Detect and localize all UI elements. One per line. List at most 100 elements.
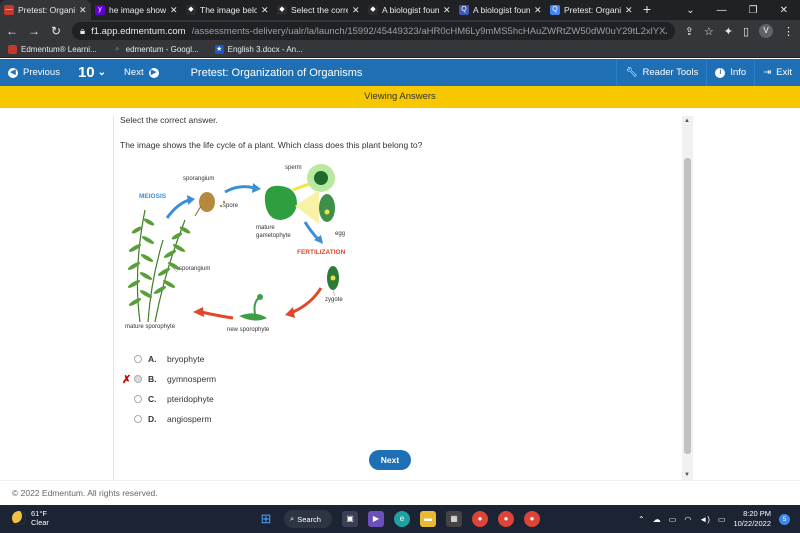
browser-tab[interactable]: ◆ A biologist found ✕ xyxy=(364,0,455,20)
volume-icon[interactable]: ◄) xyxy=(699,515,710,524)
bookmark-item[interactable]: ⌕ edmentum - Googl... xyxy=(113,45,199,54)
chevron-down-icon[interactable]: ⌄ xyxy=(686,5,694,16)
browser-tab[interactable]: Q A biologist found ✕ xyxy=(455,0,546,20)
lock-icon: 🔒︎ xyxy=(80,25,86,37)
option-letter: B. xyxy=(148,374,157,384)
option-letter: C. xyxy=(148,394,157,404)
weather-widget[interactable]: 61°F Clear xyxy=(12,509,49,527)
next-button[interactable]: Next xyxy=(369,450,411,470)
close-icon[interactable]: ✕ xyxy=(261,5,269,16)
bookmark-item[interactable]: ★ English 3.docx - An... xyxy=(214,45,303,54)
chevron-up-icon[interactable]: ⌃ xyxy=(638,515,645,524)
restore-button[interactable]: ❐ xyxy=(749,5,758,16)
scroll-down-icon[interactable]: ▼ xyxy=(684,472,690,478)
previous-label: Previous xyxy=(23,67,60,78)
question-number-dropdown[interactable]: 10 ⌄ xyxy=(68,59,116,86)
tab-title: The image below xyxy=(200,5,257,15)
wrench-icon: 🔧︎ xyxy=(625,67,638,78)
reader-tools-button[interactable]: 🔧︎ Reader Tools xyxy=(616,59,706,86)
next-header-button[interactable]: Next ▶ xyxy=(116,59,167,86)
diagram-label-spore: spore xyxy=(223,203,239,209)
close-icon[interactable]: ✕ xyxy=(625,5,633,16)
edmentum-icon: — xyxy=(4,5,14,15)
browser-tab[interactable]: y he image shows ✕ xyxy=(91,0,182,20)
diagram-label-sporangium-2: sporangium xyxy=(179,266,211,272)
diagram-label-mature-sporophyte: mature sporophyte xyxy=(125,324,176,330)
chrome-icon[interactable]: ● xyxy=(524,511,540,527)
diagram-label-sperm: sperm xyxy=(285,165,302,171)
close-icon[interactable]: ✕ xyxy=(443,5,451,16)
browser-tab[interactable]: ◆ The image below ✕ xyxy=(182,0,273,20)
scrollbar[interactable]: ▲ ▼ xyxy=(682,116,693,480)
url-path: /assessments-delivery/ualr/la/launch/159… xyxy=(191,25,667,37)
diagram-label-zygote: zygote xyxy=(325,297,343,303)
browser-tab[interactable]: — Pretest: Organiza ✕ xyxy=(0,0,91,20)
clock[interactable]: 8:20 PM 10/22/2022 xyxy=(733,509,771,529)
search-icon: Q xyxy=(550,5,560,15)
chrome-icon[interactable]: ● xyxy=(472,511,488,527)
diagram-label-meiosis: MEIOSIS xyxy=(139,193,167,200)
previous-button[interactable]: ◀ Previous xyxy=(0,59,68,86)
new-tab-button[interactable]: + xyxy=(637,0,657,20)
windows-start-icon[interactable]: ⊞ xyxy=(258,511,274,527)
battery-icon[interactable]: ▭ xyxy=(718,515,726,524)
tab-title: Pretest: Organiza xyxy=(18,5,75,15)
camera-icon[interactable]: ▭ xyxy=(669,515,677,524)
page-title: Pretest: Organization of Organisms xyxy=(190,66,363,79)
exit-label: Exit xyxy=(776,67,792,78)
wifi-icon[interactable]: ◠ xyxy=(684,515,691,524)
close-icon[interactable]: ✕ xyxy=(170,5,178,16)
menu-icon[interactable]: ⋮ xyxy=(783,25,794,38)
cloud-icon[interactable]: ☁ xyxy=(653,515,661,524)
close-icon[interactable]: ✕ xyxy=(352,5,360,16)
exit-button[interactable]: ⇥ Exit xyxy=(754,59,800,86)
search-icon: ⌕ xyxy=(115,46,120,53)
instruction-text: Select the correct answer. xyxy=(120,115,218,125)
question-number: 10 xyxy=(77,64,95,81)
edge-icon[interactable]: e xyxy=(394,511,410,527)
bookmark-label: edmentum - Googl... xyxy=(125,45,199,54)
taskbar-search-button[interactable]: ⌕ Search xyxy=(284,510,332,528)
brainly-icon: ◆ xyxy=(277,5,287,15)
bookmark-star-icon[interactable]: ☆ xyxy=(704,25,714,38)
option-letter: A. xyxy=(148,354,157,364)
close-window-button[interactable]: ✕ xyxy=(780,5,788,16)
file-explorer-icon[interactable]: ▬ xyxy=(420,511,436,527)
task-view-icon[interactable]: ▣ xyxy=(342,511,358,527)
browser-tab-strip: — Pretest: Organiza ✕ y he image shows ✕… xyxy=(0,0,800,20)
browser-tab[interactable]: ◆ Select the correct ✕ xyxy=(273,0,364,20)
bookmark-item[interactable]: Edmentum® Learni... xyxy=(8,45,97,54)
brainly-icon: ◆ xyxy=(368,5,378,15)
radio-button[interactable] xyxy=(134,395,142,403)
back-icon[interactable]: ← xyxy=(6,24,18,38)
tab-title: A biologist found xyxy=(473,5,530,15)
close-icon[interactable]: ✕ xyxy=(534,5,542,16)
minimize-button[interactable]: — xyxy=(717,5,727,16)
brainly-icon: ◆ xyxy=(186,5,196,15)
share-icon[interactable]: ⇪ xyxy=(685,25,694,38)
reader-tools-label: Reader Tools xyxy=(642,67,699,78)
extensions-icon[interactable]: ✦ xyxy=(724,25,733,38)
scroll-up-icon[interactable]: ▲ xyxy=(684,118,690,124)
radio-button[interactable] xyxy=(134,415,142,423)
temperature: 61°F xyxy=(31,509,47,518)
scrollbar-thumb[interactable] xyxy=(684,158,691,454)
copyright-text: © 2022 Edmentum. All rights reserved. xyxy=(12,488,158,498)
forward-icon[interactable]: → xyxy=(28,24,40,38)
close-icon[interactable]: ✕ xyxy=(79,5,87,16)
store-icon[interactable]: ▦ xyxy=(446,511,462,527)
avatar[interactable]: V xyxy=(759,24,773,38)
teams-icon[interactable]: ▶ xyxy=(368,511,384,527)
clock-date: 10/22/2022 xyxy=(733,519,771,528)
radio-button[interactable] xyxy=(134,355,142,363)
notification-badge[interactable]: 5 xyxy=(779,513,790,525)
info-button[interactable]: i Info xyxy=(706,59,754,86)
radio-button[interactable] xyxy=(134,375,142,383)
mode-banner: Viewing Answers xyxy=(0,86,800,108)
sidepanel-icon[interactable]: ▯ xyxy=(743,25,749,38)
url-field[interactable]: 🔒︎ f1.app.edmentum.com/assessments-deliv… xyxy=(72,22,675,40)
browser-tab[interactable]: Q Pretest: Organiza ✕ xyxy=(546,0,637,20)
diagram-label-new-sporophyte: new sporophyte xyxy=(227,327,270,333)
chrome-icon[interactable]: ● xyxy=(498,511,514,527)
reload-icon[interactable]: ↻ xyxy=(50,24,62,38)
